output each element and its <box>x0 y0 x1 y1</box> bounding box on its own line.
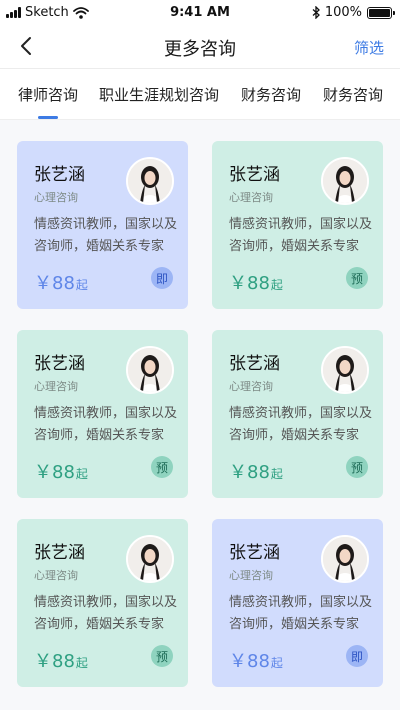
price-unit: 起 <box>270 656 283 670</box>
price-amount: ￥88 <box>229 651 270 672</box>
consultant-card[interactable]: 张艺涵 心理咨询 情感资讯教师，国家以及咨询师，婚姻关系专家 ￥88起 即 <box>17 141 188 309</box>
tab-lawyer[interactable]: 律师咨询 <box>18 84 78 105</box>
price: ￥88起 <box>229 458 283 484</box>
avatar <box>321 535 369 583</box>
consultant-card[interactable]: 张艺涵 心理咨询 情感资讯教师，国家以及咨询师，婚姻关系专家 ￥88起 即 <box>212 519 383 687</box>
price-unit: 起 <box>75 467 88 481</box>
active-tab-indicator <box>38 116 58 119</box>
consultant-description: 情感资讯教师，国家以及咨询师，婚姻关系专家 <box>34 406 178 443</box>
consultant-role: 心理咨询 <box>34 380 78 393</box>
price: ￥88起 <box>34 647 88 673</box>
consultant-name: 张艺涵 <box>229 165 280 185</box>
consultant-name: 张艺涵 <box>229 354 280 374</box>
consultant-description: 情感资讯教师，国家以及咨询师，婚姻关系专家 <box>229 406 373 443</box>
status-badge: 预 <box>151 456 173 478</box>
consultant-role: 心理咨询 <box>229 191 273 204</box>
tab-finance[interactable]: 财务咨询 <box>241 84 301 105</box>
bluetooth-icon <box>312 6 320 19</box>
consultant-card[interactable]: 张艺涵 心理咨询 情感资讯教师，国家以及咨询师，婚姻关系专家 ￥88起 预 <box>212 141 383 309</box>
consultant-role: 心理咨询 <box>34 569 78 582</box>
consultant-name: 张艺涵 <box>229 543 280 563</box>
avatar <box>126 346 174 394</box>
avatar <box>126 157 174 205</box>
consultant-name: 张艺涵 <box>34 354 85 374</box>
consultant-description: 情感资讯教师，国家以及咨询师，婚姻关系专家 <box>229 595 373 632</box>
status-badge: 即 <box>151 267 173 289</box>
price-amount: ￥88 <box>34 651 75 672</box>
price-amount: ￥88 <box>229 462 270 483</box>
price-unit: 起 <box>75 278 88 292</box>
status-badge: 预 <box>346 456 368 478</box>
consultant-description: 情感资讯教师，国家以及咨询师，婚姻关系专家 <box>34 595 178 632</box>
page-title: 更多咨询 <box>164 39 236 60</box>
price-amount: ￥88 <box>34 462 75 483</box>
price-amount: ￥88 <box>34 273 75 294</box>
consultant-role: 心理咨询 <box>229 380 273 393</box>
consultant-name: 张艺涵 <box>34 165 85 185</box>
consultant-card[interactable]: 张艺涵 心理咨询 情感资讯教师，国家以及咨询师，婚姻关系专家 ￥88起 预 <box>17 519 188 687</box>
price-amount: ￥88 <box>229 273 270 294</box>
consultant-name: 张艺涵 <box>34 543 85 563</box>
price-unit: 起 <box>270 278 283 292</box>
consultant-description: 情感资讯教师，国家以及咨询师，婚姻关系专家 <box>229 217 373 254</box>
filter-button[interactable]: 筛选 <box>354 37 384 58</box>
tab-career-planning[interactable]: 职业生涯规划咨询 <box>99 84 219 105</box>
avatar <box>126 535 174 583</box>
battery-icon <box>367 6 395 19</box>
status-badge: 预 <box>346 267 368 289</box>
consultant-grid: 张艺涵 心理咨询 情感资讯教师，国家以及咨询师，婚姻关系专家 ￥88起 即 张艺… <box>0 120 400 710</box>
status-badge: 预 <box>151 645 173 667</box>
avatar <box>321 157 369 205</box>
price-unit: 起 <box>75 656 88 670</box>
price-unit: 起 <box>270 467 283 481</box>
battery-percent: 100% <box>324 5 362 20</box>
nav-bar: 更多咨询 筛选 <box>0 24 400 68</box>
consultant-role: 心理咨询 <box>229 569 273 582</box>
price: ￥88起 <box>229 269 283 295</box>
consultant-card[interactable]: 张艺涵 心理咨询 情感资讯教师，国家以及咨询师，婚姻关系专家 ￥88起 预 <box>212 330 383 498</box>
avatar <box>321 346 369 394</box>
consultant-description: 情感资讯教师，国家以及咨询师，婚姻关系专家 <box>34 217 178 254</box>
tab-finance-2[interactable]: 财务咨询 <box>323 84 383 105</box>
price: ￥88起 <box>34 458 88 484</box>
price: ￥88起 <box>229 647 283 673</box>
status-bar: Sketch 9:41 AM 100% <box>0 0 400 24</box>
consultant-role: 心理咨询 <box>34 191 78 204</box>
price: ￥88起 <box>34 269 88 295</box>
status-badge: 即 <box>346 645 368 667</box>
consultant-card[interactable]: 张艺涵 心理咨询 情感资讯教师，国家以及咨询师，婚姻关系专家 ￥88起 预 <box>17 330 188 498</box>
category-tabs: 律师咨询 职业生涯规划咨询 财务咨询 财务咨询 <box>0 68 400 120</box>
status-right: 100% <box>312 5 395 20</box>
